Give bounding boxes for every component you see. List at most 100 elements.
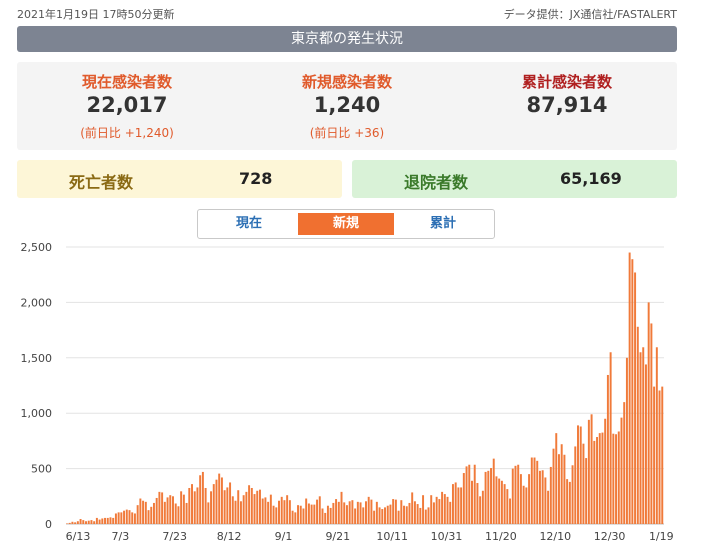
bar bbox=[174, 503, 177, 524]
bar bbox=[481, 490, 484, 524]
bar bbox=[465, 466, 468, 524]
y-tick-label: 1,500 bbox=[21, 352, 53, 365]
bar bbox=[250, 487, 253, 524]
bar bbox=[506, 489, 509, 524]
bar bbox=[487, 470, 490, 524]
bar bbox=[471, 480, 473, 524]
bar bbox=[340, 491, 343, 524]
bar bbox=[495, 476, 498, 524]
x-tick-label: 10/11 bbox=[376, 530, 408, 543]
bar bbox=[286, 495, 289, 524]
bar bbox=[362, 507, 365, 524]
bar bbox=[601, 432, 604, 524]
bar bbox=[297, 505, 300, 524]
bar bbox=[98, 519, 101, 524]
bar bbox=[90, 520, 93, 524]
update-timestamp: 2021年1月19日 17時50分更新 bbox=[17, 8, 175, 21]
bar bbox=[239, 501, 242, 524]
new-cases-value: 1,240 bbox=[313, 93, 381, 117]
bar bbox=[359, 502, 362, 524]
bar bbox=[112, 517, 115, 524]
bar bbox=[152, 502, 155, 524]
bar bbox=[161, 492, 164, 524]
x-tick-label: 9/21 bbox=[325, 530, 350, 543]
bar bbox=[196, 487, 199, 524]
bar bbox=[348, 501, 351, 524]
total-cases-stat: 累計感染者数 87,914 bbox=[457, 62, 677, 150]
bar bbox=[519, 474, 522, 524]
bar bbox=[193, 491, 196, 524]
bar bbox=[106, 517, 109, 524]
bar bbox=[324, 512, 327, 524]
tab-total[interactable]: 累計 bbox=[395, 213, 491, 235]
bar bbox=[367, 496, 370, 524]
bar bbox=[598, 433, 601, 524]
bar bbox=[405, 506, 408, 524]
bar bbox=[302, 508, 305, 524]
bar bbox=[566, 479, 569, 524]
chart-tab-group: 現在 新規 累計 bbox=[197, 209, 495, 239]
bar bbox=[593, 440, 596, 524]
bar bbox=[345, 505, 348, 524]
bar bbox=[446, 496, 449, 524]
bar bbox=[117, 512, 120, 524]
discharged-value: 65,169 bbox=[560, 169, 622, 188]
bar bbox=[658, 390, 661, 524]
bar bbox=[373, 510, 376, 524]
bar bbox=[509, 498, 512, 524]
bar bbox=[278, 500, 280, 524]
tab-current[interactable]: 現在 bbox=[201, 213, 297, 235]
bar bbox=[188, 487, 191, 524]
bar bbox=[460, 487, 463, 524]
bar bbox=[101, 518, 104, 524]
bar bbox=[79, 519, 82, 524]
bar bbox=[413, 501, 416, 524]
bar bbox=[479, 496, 482, 524]
tab-new[interactable]: 新規 bbox=[298, 213, 394, 235]
bar bbox=[207, 502, 210, 524]
bar bbox=[318, 496, 321, 524]
bar bbox=[114, 513, 117, 524]
bar bbox=[386, 505, 389, 524]
bar bbox=[394, 499, 397, 524]
bar bbox=[625, 357, 628, 524]
x-tick-label: 8/12 bbox=[217, 530, 242, 543]
bar bbox=[473, 464, 476, 524]
bar bbox=[120, 512, 123, 524]
bar bbox=[490, 468, 492, 524]
bar bbox=[316, 499, 319, 524]
bar bbox=[615, 434, 618, 524]
bar bbox=[590, 414, 593, 524]
x-tick-label: 12/10 bbox=[539, 530, 571, 543]
bar bbox=[125, 509, 128, 524]
new-cases-bar-chart: 0 500 1,000 1,500 2,000 2,500 6/13 7/3 7/23 8/12 9… bbox=[21, 241, 674, 543]
bar bbox=[150, 506, 153, 524]
current-cases-stat: 現在感染者数 22,017 (前日比 +1,240) bbox=[17, 62, 237, 150]
bar bbox=[538, 470, 541, 524]
bar bbox=[500, 480, 503, 524]
bar bbox=[365, 501, 367, 524]
bar bbox=[66, 523, 68, 524]
bar bbox=[163, 501, 166, 524]
bar bbox=[144, 501, 147, 524]
bar bbox=[462, 473, 465, 524]
bar bbox=[631, 259, 634, 524]
bar bbox=[457, 487, 460, 524]
bar bbox=[653, 386, 656, 524]
bar bbox=[267, 501, 270, 524]
bar bbox=[310, 504, 313, 524]
bar bbox=[218, 473, 221, 524]
bar bbox=[547, 490, 550, 524]
discharged-label: 退院者数 bbox=[404, 173, 469, 192]
bar bbox=[642, 347, 645, 524]
bar bbox=[441, 491, 444, 524]
bar bbox=[511, 468, 514, 524]
bar bbox=[424, 509, 427, 524]
bar bbox=[563, 454, 566, 524]
x-tick-label: 7/23 bbox=[162, 530, 187, 543]
bar bbox=[191, 484, 193, 524]
top-info-bar: 2021年1月19日 17時50分更新 データ提供：JX通信社/FASTALER… bbox=[17, 6, 677, 22]
bar bbox=[552, 448, 555, 524]
bar bbox=[95, 517, 98, 524]
bar bbox=[432, 502, 435, 524]
